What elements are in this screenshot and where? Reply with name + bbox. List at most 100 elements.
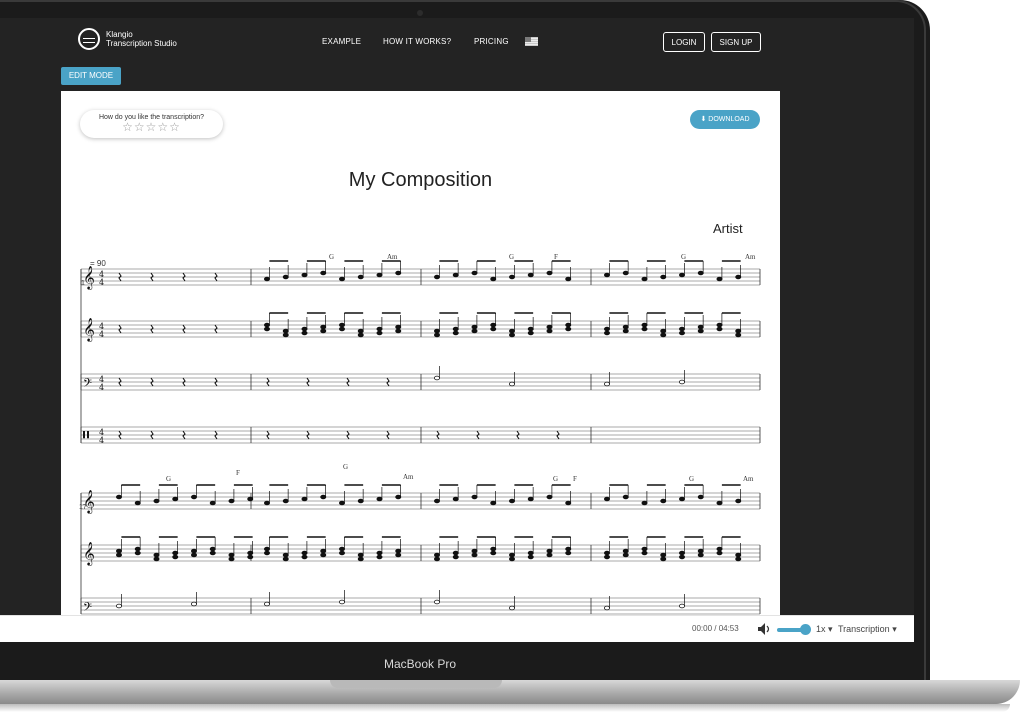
laptop-base-notch: [330, 680, 502, 688]
notehead: [622, 548, 629, 554]
notehead: [357, 552, 364, 558]
time-sig-bottom: 4: [99, 383, 104, 392]
rest: [118, 324, 122, 334]
notehead: [190, 552, 197, 558]
notehead: [247, 554, 254, 560]
notehead: [565, 326, 572, 332]
notehead: [209, 550, 216, 556]
notehead: [228, 552, 235, 558]
playback-bar: 00:00 / 04:53 1x ▾ Transcription ▾: [0, 615, 914, 642]
notehead: [490, 500, 497, 506]
notehead: [338, 546, 345, 552]
notehead: [263, 322, 270, 328]
measure-number-17: 17: [79, 504, 87, 511]
logo-line2: Transcription Studio: [106, 39, 177, 48]
notehead: [116, 548, 123, 554]
notehead: [716, 550, 723, 556]
notehead: [282, 328, 289, 334]
notehead: [641, 322, 648, 328]
notehead: [263, 276, 270, 282]
notehead: [209, 500, 216, 506]
notehead: [622, 494, 629, 500]
notehead: [338, 326, 345, 332]
notehead: [452, 550, 459, 556]
chord-symbols-system2: G F G Am G F G Am: [166, 463, 754, 483]
notehead: [452, 554, 459, 560]
tempo-marking: = 90: [90, 259, 106, 268]
notehead: [433, 274, 440, 280]
rest: [118, 377, 122, 387]
notehead: [433, 556, 440, 562]
notehead: [604, 496, 611, 502]
notehead: [546, 270, 553, 276]
notehead: [153, 556, 160, 562]
notehead: [228, 556, 235, 562]
notehead: [490, 322, 497, 328]
notehead: [263, 546, 270, 552]
notehead: [282, 552, 289, 558]
notehead: [471, 324, 478, 330]
speed-select[interactable]: 1x ▾: [816, 624, 833, 635]
view-select[interactable]: Transcription ▾: [838, 624, 897, 635]
notehead: [660, 498, 667, 504]
rest: [476, 430, 480, 440]
notehead: [263, 550, 270, 556]
nav-link-how-it-works[interactable]: HOW IT WORKS?: [383, 37, 451, 46]
notehead: [471, 328, 478, 334]
notehead: [320, 548, 327, 554]
notehead: [735, 332, 742, 338]
notation-layer: 𝄞 44𝄞 44𝄢 44𝄥 44𝄞𝄞𝄢: [80, 260, 761, 617]
screen: Klangio Transcription Studio EXAMPLE HOW…: [0, 18, 914, 642]
chord-symbols-system1: G Am G F G Am: [329, 253, 756, 261]
notehead: [395, 328, 402, 334]
notehead: [508, 498, 515, 504]
laptop-base-shadow: [0, 704, 1010, 712]
measure-number-1: 1: [81, 280, 85, 287]
notehead: [735, 498, 742, 504]
notehead: [641, 550, 648, 556]
notehead: [716, 326, 723, 332]
logo-line1: Klangio: [106, 30, 133, 39]
notehead: [301, 496, 308, 502]
notehead: [320, 328, 327, 334]
playback-time: 00:00 / 04:53: [692, 624, 739, 633]
notehead: [679, 272, 686, 278]
signup-button[interactable]: SIGN UP: [711, 32, 761, 52]
time-sig-bottom: 4: [99, 436, 104, 445]
rest: [182, 272, 186, 282]
notehead: [190, 494, 197, 500]
notehead: [604, 554, 611, 560]
notehead: [190, 601, 197, 607]
notehead: [527, 550, 534, 556]
logo-text: Klangio Transcription Studio: [106, 30, 177, 48]
rest: [118, 272, 122, 282]
notehead: [697, 270, 704, 276]
notehead: [735, 274, 742, 280]
volume-icon[interactable]: [757, 622, 771, 636]
notehead: [282, 498, 289, 504]
notehead: [376, 272, 383, 278]
notehead: [172, 550, 179, 556]
percussion-clef-icon: 𝄥: [83, 423, 89, 447]
nav-link-pricing[interactable]: PRICING: [474, 37, 509, 46]
notehead: [716, 322, 723, 328]
notehead: [433, 375, 440, 381]
notehead: [357, 274, 364, 280]
volume-knob[interactable]: [800, 624, 811, 635]
notehead: [660, 274, 667, 280]
laptop-base: [0, 680, 1020, 704]
bass-clef-icon: 𝄢: [83, 377, 92, 393]
rest: [346, 430, 350, 440]
rest: [436, 430, 440, 440]
chord-symbol: G: [343, 463, 348, 471]
us-flag-icon[interactable]: [525, 37, 538, 46]
speed-value: 1x: [816, 624, 826, 634]
login-button[interactable]: LOGIN: [663, 32, 705, 52]
edit-mode-button[interactable]: EDIT MODE: [61, 67, 121, 85]
nav-link-example[interactable]: EXAMPLE: [322, 37, 361, 46]
notehead: [209, 546, 216, 552]
notehead: [228, 498, 235, 504]
logo[interactable]: Klangio Transcription Studio: [78, 28, 177, 50]
notehead: [716, 276, 723, 282]
notehead: [527, 554, 534, 560]
